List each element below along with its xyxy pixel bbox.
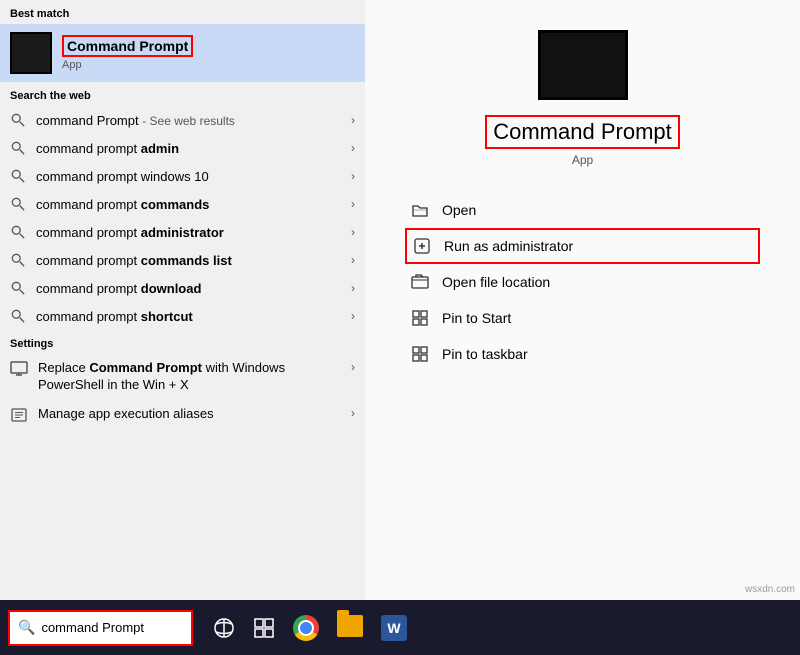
taskbar-icons: W: [213, 615, 407, 641]
settings-header: Settings: [0, 330, 365, 354]
search-magnifier-icon-3: [10, 168, 26, 184]
arrow-icon-s1: ›: [351, 360, 355, 374]
settings-item-powershell[interactable]: Replace Command Prompt with Windows Powe…: [0, 354, 365, 400]
action-run-admin[interactable]: Run as administrator: [405, 228, 760, 264]
action-run-admin-label: Run as administrator: [444, 238, 573, 254]
search-item-text-6: command prompt commands list: [36, 253, 351, 268]
search-item-commands-list[interactable]: command prompt commands list ›: [0, 246, 365, 274]
file-explorer-icon[interactable]: [337, 615, 363, 641]
arrow-icon-3: ›: [351, 169, 355, 183]
taskbar-search-text: command Prompt: [41, 620, 144, 635]
action-list: Open Run as administrator Open file l: [405, 192, 760, 372]
search-item-win10[interactable]: command prompt windows 10 ›: [0, 162, 365, 190]
app-title-right: Command Prompt: [485, 115, 680, 149]
word-icon[interactable]: W: [381, 615, 407, 641]
taskbar-search-icon: 🔍: [18, 619, 35, 636]
cmd-icon-small: [10, 32, 52, 74]
task-grid-icon[interactable]: [253, 617, 275, 639]
best-match-text: Command Prompt App: [62, 35, 193, 71]
settings-item-aliases[interactable]: Manage app execution aliases ›: [0, 400, 365, 430]
best-match-title: Command Prompt: [62, 35, 193, 57]
arrow-icon-4: ›: [351, 197, 355, 211]
settings-section: Settings Replace Command Prompt with Win…: [0, 330, 365, 430]
search-magnifier-icon-6: [10, 252, 26, 268]
search-item-administrator[interactable]: command prompt administrator ›: [0, 218, 365, 246]
action-open-label: Open: [442, 202, 476, 218]
taskbar: 🔍 command Prompt: [0, 600, 800, 655]
action-file-location[interactable]: Open file location: [405, 264, 760, 300]
action-pin-start[interactable]: Pin to Start: [405, 300, 760, 336]
run-admin-icon: [412, 236, 432, 256]
search-item-text-3: command prompt windows 10: [36, 169, 351, 184]
search-item-text-7: command prompt download: [36, 281, 351, 296]
action-open[interactable]: Open: [405, 192, 760, 228]
search-item-shortcut[interactable]: command prompt shortcut ›: [0, 302, 365, 330]
app-type-right: App: [572, 153, 593, 167]
arrow-icon-6: ›: [351, 253, 355, 267]
app-icon-large: [538, 30, 628, 100]
task-view-icon[interactable]: [213, 617, 235, 639]
settings-text-2: Manage app execution aliases: [38, 406, 351, 423]
arrow-icon-7: ›: [351, 281, 355, 295]
chrome-icon[interactable]: [293, 615, 319, 641]
action-pin-taskbar-label: Pin to taskbar: [442, 346, 528, 362]
search-item-web[interactable]: command Prompt - See web results ›: [0, 106, 365, 134]
taskbar-search-box[interactable]: 🔍 command Prompt: [8, 610, 193, 646]
action-file-location-label: Open file location: [442, 274, 550, 290]
arrow-icon-2: ›: [351, 141, 355, 155]
search-item-text-2: command prompt admin: [36, 141, 351, 156]
arrow-icon-8: ›: [351, 309, 355, 323]
watermark: wsxdn.com: [745, 584, 795, 595]
search-item-text-4: command prompt commands: [36, 197, 351, 212]
search-magnifier-icon-2: [10, 140, 26, 156]
arrow-icon-5: ›: [351, 225, 355, 239]
arrow-icon-s2: ›: [351, 406, 355, 420]
settings-text-1: Replace Command Prompt with Windows Powe…: [38, 360, 351, 394]
search-magnifier-icon-5: [10, 224, 26, 240]
search-magnifier-icon-4: [10, 196, 26, 212]
search-web-section: Search the web command Prompt - See web …: [0, 82, 365, 330]
right-panel: Command Prompt App Open Run as administr…: [365, 0, 800, 600]
file-location-icon: [410, 272, 430, 292]
best-match-header: Best match: [0, 0, 365, 24]
search-magnifier-icon: [10, 112, 26, 128]
monitor-icon: [10, 360, 28, 378]
list-icon: [10, 406, 28, 424]
search-item-admin[interactable]: command prompt admin ›: [0, 134, 365, 162]
search-item-text-8: command prompt shortcut: [36, 309, 351, 324]
search-item-commands[interactable]: command prompt commands ›: [0, 190, 365, 218]
arrow-icon-1: ›: [351, 113, 355, 127]
action-pin-taskbar[interactable]: Pin to taskbar: [405, 336, 760, 372]
search-item-text-1: command Prompt - See web results: [36, 113, 351, 128]
action-pin-start-label: Pin to Start: [442, 310, 511, 326]
best-match-subtitle: App: [62, 59, 193, 71]
left-panel: Best match Command Prompt App Search the…: [0, 0, 365, 600]
search-item-text-5: command prompt administrator: [36, 225, 351, 240]
search-magnifier-icon-8: [10, 308, 26, 324]
open-icon: [410, 200, 430, 220]
search-web-header: Search the web: [0, 82, 365, 106]
pin-taskbar-icon: [410, 344, 430, 364]
pin-start-icon: [410, 308, 430, 328]
search-magnifier-icon-7: [10, 280, 26, 296]
best-match-item[interactable]: Command Prompt App: [0, 24, 365, 82]
search-item-download[interactable]: command prompt download ›: [0, 274, 365, 302]
